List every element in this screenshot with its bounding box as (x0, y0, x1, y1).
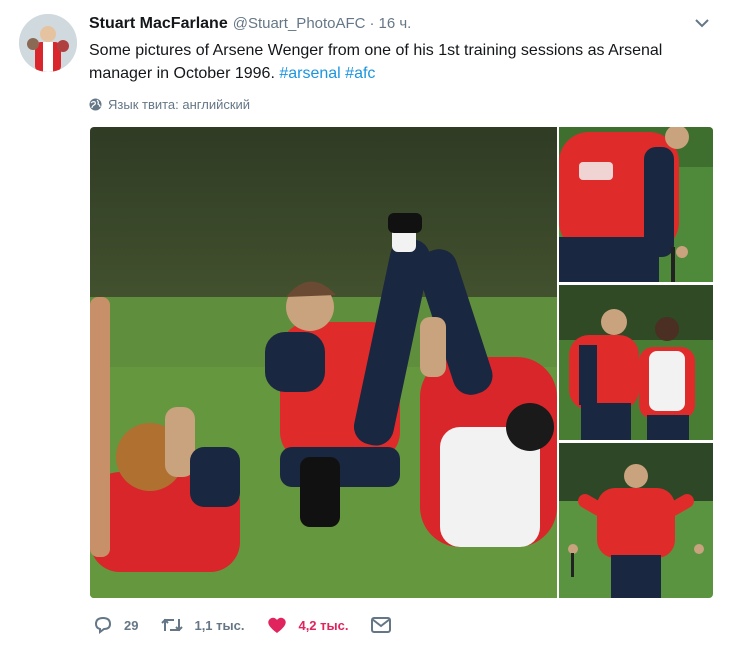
retweet-button[interactable]: 1,1 тыс. (160, 615, 244, 635)
avatar[interactable] (19, 14, 77, 72)
photo-main[interactable] (90, 127, 557, 598)
retweet-count: 1,1 тыс. (194, 617, 245, 633)
reply-icon (94, 616, 112, 634)
language-note: Язык твита: английский (89, 97, 250, 112)
author-handle[interactable]: @Stuart_PhotoAFC (233, 15, 366, 32)
tweet-header: Stuart MacFarlane @Stuart_PhotoAFC · 16 … (89, 15, 710, 35)
reply-button[interactable]: 29 (92, 615, 138, 635)
chevron-down-icon[interactable] (694, 17, 710, 29)
author-name[interactable]: Stuart MacFarlane (89, 15, 228, 33)
reply-count: 29 (124, 617, 139, 633)
photo-top-right[interactable] (559, 127, 713, 282)
tweet-actions: 29 1,1 тыс. 4,2 тыс. (92, 613, 424, 637)
retweet-icon (161, 618, 184, 632)
hashtag-arsenal[interactable]: #arsenal (279, 65, 340, 82)
language-label: Язык твита: английский (108, 97, 251, 112)
hashtag-afc[interactable]: #afc (345, 65, 375, 82)
tweet: Stuart MacFarlane @Stuart_PhotoAFC · 16 … (0, 0, 730, 647)
separator: · (369, 15, 375, 32)
direct-message-button[interactable] (370, 616, 402, 634)
photo-bottom-right[interactable] (559, 443, 713, 598)
heart-icon (268, 617, 287, 633)
tweet-time[interactable]: 16 ч. (379, 15, 412, 32)
media-grid (90, 127, 713, 598)
message-icon (371, 617, 392, 633)
like-button[interactable]: 4,2 тыс. (266, 615, 348, 635)
like-count: 4,2 тыс. (298, 617, 349, 633)
tweet-text: Some pictures of Arsene Wenger from one … (89, 39, 719, 85)
photo-middle-right[interactable] (559, 285, 713, 440)
tweet-body: Some pictures of Arsene Wenger from one … (89, 42, 663, 82)
globe-icon (89, 98, 102, 111)
